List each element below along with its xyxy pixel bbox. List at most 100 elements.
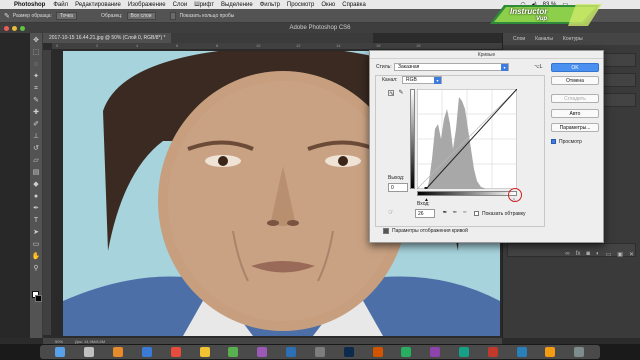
document-tab[interactable]: 2017-10-15 16.44.21.jpg @ 50% (Слой 0, R…: [43, 33, 172, 43]
curve-options-toggle[interactable]: [383, 228, 389, 234]
menu-file[interactable]: Файл: [53, 2, 68, 8]
input-field[interactable]: 26: [415, 209, 435, 218]
app-icon[interactable]: [459, 347, 469, 357]
app-icon[interactable]: [545, 347, 556, 357]
eraser-tool-icon[interactable]: ▱: [32, 156, 41, 165]
style-label: Стиль:: [376, 64, 392, 70]
trash-dock-icon[interactable]: [574, 347, 585, 357]
marquee-tool-icon[interactable]: ⬚: [32, 48, 41, 57]
logo-text-1: Instructor: [510, 7, 548, 16]
background-color-swatch[interactable]: [35, 295, 42, 302]
new-layer-icon[interactable]: ▣: [617, 251, 623, 259]
brush-tool-icon[interactable]: ✐: [32, 120, 41, 129]
app-menu[interactable]: Photoshop: [14, 2, 45, 8]
app-icon[interactable]: [401, 347, 412, 357]
style-select[interactable]: Заказная ▾: [394, 63, 509, 71]
crop-tool-icon[interactable]: ⌗: [32, 84, 41, 93]
move-tool-icon[interactable]: ✥: [32, 36, 41, 45]
menu-select[interactable]: Выделение: [221, 2, 253, 8]
app-store-icon[interactable]: [286, 347, 297, 357]
fx-icon[interactable]: fx: [576, 251, 581, 259]
gray-eyedropper-icon[interactable]: ✒: [452, 210, 458, 216]
zoom-level[interactable]: 50%: [55, 339, 63, 344]
photoshop-dock-icon[interactable]: [343, 347, 354, 357]
tab-channels[interactable]: Каналы: [535, 36, 553, 42]
menu-window[interactable]: Окно: [321, 2, 335, 8]
new-group-icon[interactable]: ▭: [606, 251, 612, 259]
stamp-tool-icon[interactable]: ⊥: [32, 132, 41, 141]
finder-icon[interactable]: [55, 347, 66, 357]
curve-pencil-icon[interactable]: ✎: [398, 90, 404, 96]
output-gradient-bar: [410, 89, 415, 189]
style-shortcut: ⌥L: [534, 64, 543, 70]
curve-options-label[interactable]: Параметры отображения кривой: [392, 228, 468, 234]
ok-button[interactable]: OK: [551, 63, 599, 72]
path-select-icon[interactable]: ➤: [32, 228, 41, 237]
trash-icon[interactable]: ✕: [629, 251, 634, 259]
menu-layers[interactable]: Слои: [173, 2, 188, 8]
chevron-down-icon: ▾: [501, 64, 508, 71]
messages-icon[interactable]: [228, 347, 239, 357]
logo-text-2: Vup: [536, 16, 548, 22]
sample-size-select[interactable]: Точка: [55, 11, 77, 20]
pen-tool-icon[interactable]: ✒: [32, 204, 41, 213]
zoom-tool-icon[interactable]: ⚲: [32, 264, 41, 273]
show-clipping-checkbox[interactable]: [474, 211, 479, 216]
mask-icon[interactable]: ◙: [586, 251, 590, 259]
link-layers-icon[interactable]: ∞: [565, 251, 569, 259]
curve-edit-points-icon[interactable]: ∿: [388, 90, 394, 97]
menu-image[interactable]: Изображение: [128, 2, 166, 8]
options-button[interactable]: Параметры...: [551, 123, 599, 132]
system-prefs-icon[interactable]: [314, 347, 325, 357]
app-icon[interactable]: [487, 347, 498, 357]
output-field[interactable]: 0: [388, 183, 408, 192]
black-eyedropper-icon[interactable]: ✒: [442, 210, 448, 216]
quick-select-tool-icon[interactable]: ✦: [32, 72, 41, 81]
show-clipping-label: Показать обтравку: [482, 211, 526, 217]
eyedropper-tool-icon[interactable]: ✎: [4, 12, 10, 20]
menu-type[interactable]: Шрифт: [194, 2, 214, 8]
menu-edit[interactable]: Редактирование: [75, 2, 121, 8]
hand-tool-icon[interactable]: ✋: [32, 252, 41, 261]
ruler-tick: 18: [416, 43, 421, 48]
firefox-icon[interactable]: [113, 347, 124, 357]
gradient-tool-icon[interactable]: ▤: [32, 168, 41, 177]
preview-checkbox[interactable]: [551, 139, 556, 144]
app-icon[interactable]: [516, 347, 527, 357]
launchpad-icon[interactable]: [84, 347, 95, 357]
eyedropper-icon[interactable]: ✎: [32, 96, 41, 105]
cancel-button[interactable]: Отмена: [551, 76, 599, 85]
menu-view[interactable]: Просмотр: [287, 2, 314, 8]
menu-help[interactable]: Справка: [342, 2, 366, 8]
smooth-button[interactable]: Сгладить: [551, 94, 599, 103]
highlight-circle: [508, 188, 522, 202]
type-tool-icon[interactable]: T: [32, 216, 41, 225]
tab-paths[interactable]: Контуры: [563, 36, 583, 42]
target-adjustment-icon[interactable]: ☞: [388, 210, 394, 216]
show-ring-checkbox[interactable]: [169, 11, 176, 20]
itunes-icon[interactable]: [257, 347, 268, 357]
ruler-tick: 4: [136, 43, 139, 48]
notes-icon[interactable]: [199, 347, 210, 357]
shape-tool-icon[interactable]: ▭: [32, 240, 41, 249]
history-brush-icon[interactable]: ↺: [32, 144, 41, 153]
curves-graph[interactable]: [417, 89, 517, 189]
blur-tool-icon[interactable]: ◆: [32, 180, 41, 189]
layer-buttons: ∞ fx ◙ ◐ ▭ ▣ ✕: [503, 251, 640, 259]
adjustment-icon[interactable]: ◐: [596, 251, 600, 259]
tab-layers[interactable]: Слои: [513, 36, 525, 42]
illustrator-icon[interactable]: [372, 347, 383, 357]
auto-button[interactable]: Авто: [551, 109, 599, 118]
sample-source-select[interactable]: Все слои: [126, 11, 156, 20]
dodge-tool-icon[interactable]: ●: [32, 192, 41, 201]
channel-select[interactable]: RGB ▾: [402, 76, 442, 84]
ruler-tick: 16: [376, 43, 381, 48]
lasso-tool-icon[interactable]: ◌: [32, 60, 41, 69]
app-icon[interactable]: [430, 347, 441, 357]
menu-filter[interactable]: Фильтр: [260, 2, 280, 8]
style-select-value: Заказная: [398, 64, 420, 70]
healing-tool-icon[interactable]: ✚: [32, 108, 41, 117]
white-eyedropper-icon[interactable]: ✒: [462, 210, 468, 216]
calendar-icon[interactable]: [170, 347, 181, 357]
safari-icon[interactable]: [141, 347, 152, 357]
